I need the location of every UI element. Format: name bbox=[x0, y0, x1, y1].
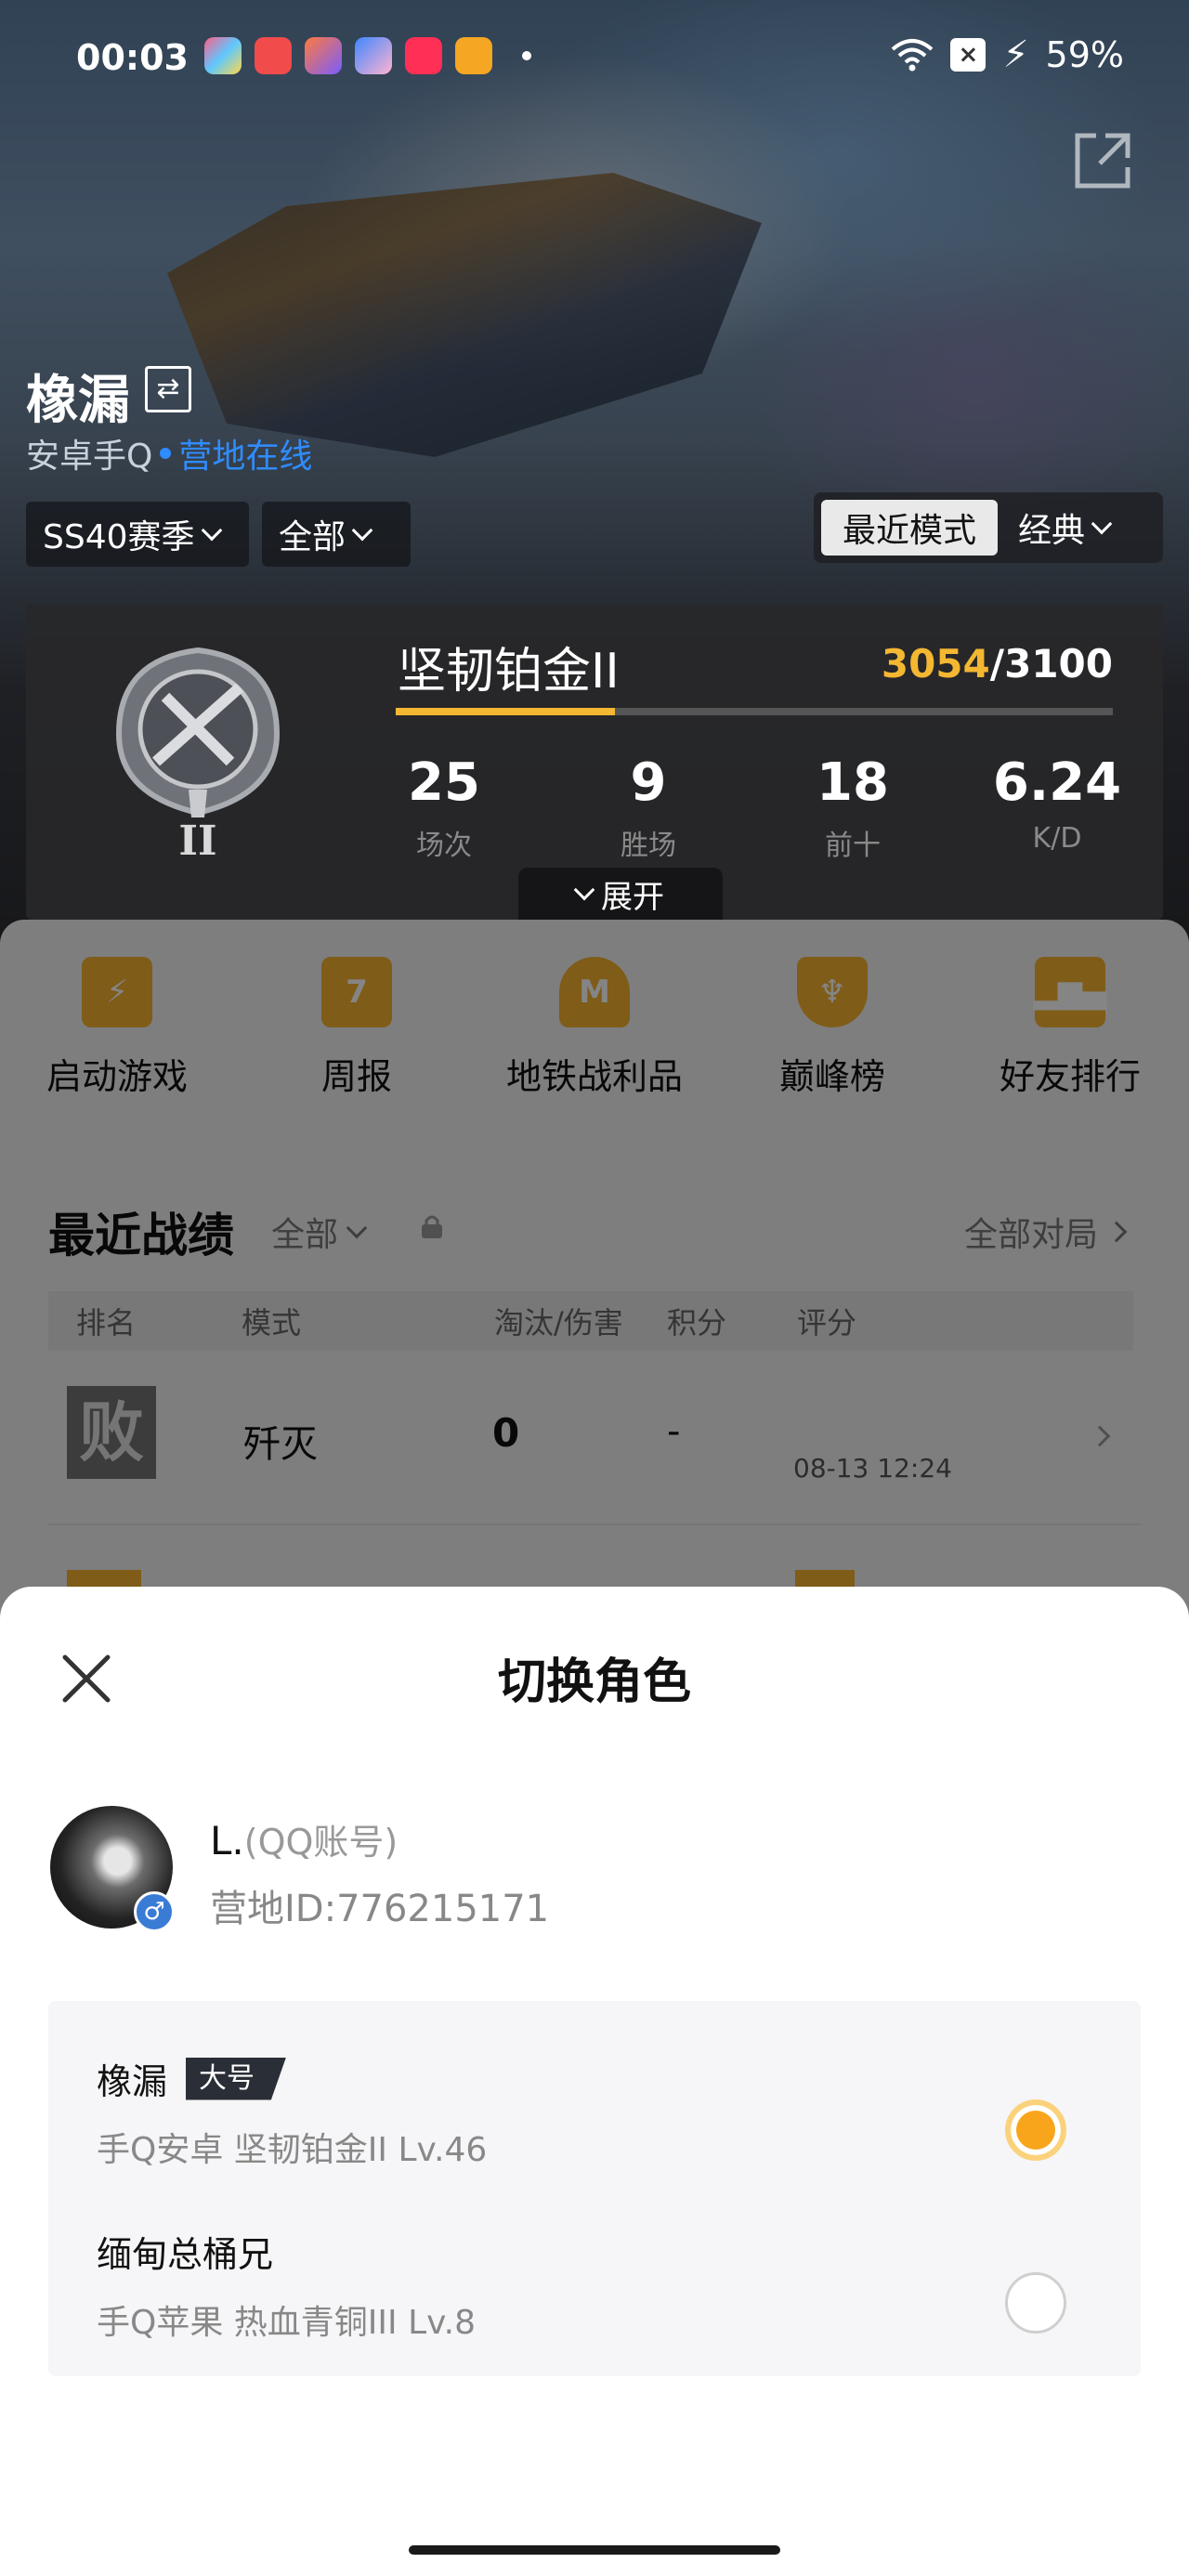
role-list: 橡漏 大号 手Q安卓 坚韧铂金II Lv.46 缅甸总桶兄 手Q苹果 热血青铜I… bbox=[48, 2001, 1141, 2376]
stat-matches: 25 场次 bbox=[370, 752, 518, 863]
male-icon: ♂ bbox=[134, 1891, 175, 1932]
game-app-icon bbox=[355, 37, 392, 74]
role-name: 缅甸总桶兄 bbox=[97, 2234, 274, 2275]
video-app-icon bbox=[255, 37, 292, 74]
role-name-line: 缅甸总桶兄 bbox=[97, 2226, 1092, 2277]
chevron-down-icon bbox=[201, 519, 222, 542]
recent-mode-tab[interactable]: 最近模式 bbox=[821, 500, 998, 556]
rank-points-total: /3100 bbox=[989, 641, 1113, 686]
chevron-down-icon bbox=[351, 519, 373, 542]
notification-icons bbox=[204, 37, 531, 74]
online-status: 营地在线 bbox=[178, 438, 313, 476]
scope-label: 全部 bbox=[279, 518, 346, 556]
season-dropdown[interactable]: SS40赛季 bbox=[26, 502, 249, 567]
stat-kd: 6.24 K/D bbox=[983, 752, 1131, 863]
system-status: × ⚡ 59% bbox=[891, 33, 1124, 76]
photos-app-icon bbox=[204, 37, 242, 74]
switch-role-sheet: 切换角色 ♂ L.(QQ账号) 营地ID:776215171 橡漏 大号 手Q安… bbox=[0, 1587, 1189, 2576]
home-indicator[interactable] bbox=[409, 2545, 780, 2555]
status-bar: 00:03 × ⚡ 59% bbox=[0, 0, 1189, 111]
rank-title: 坚韧铂金II bbox=[398, 644, 620, 700]
main-account-tag: 大号 bbox=[186, 2057, 287, 2100]
role-name: 橡漏 bbox=[97, 2061, 168, 2102]
sheet-title: 切换角色 bbox=[497, 1654, 691, 1710]
account-type: (QQ账号) bbox=[243, 1822, 399, 1863]
stat-label: 胜场 bbox=[621, 830, 676, 862]
scope-dropdown[interactable]: 全部 bbox=[262, 502, 411, 567]
sim-off-icon: × bbox=[950, 38, 986, 72]
stat-top10: 18 前十 bbox=[778, 752, 927, 863]
stat-label: K/D bbox=[1032, 822, 1082, 855]
radio-selected[interactable] bbox=[1005, 2099, 1066, 2161]
account-name: L.(QQ账号) bbox=[210, 1813, 398, 1864]
emblem-numeral: II bbox=[178, 817, 216, 864]
player-platform: 安卓手Q bbox=[26, 438, 153, 476]
account-nickname: L. bbox=[210, 1818, 244, 1863]
chevron-down-icon bbox=[1091, 513, 1113, 535]
online-dot-icon bbox=[160, 448, 172, 459]
classic-mode-label: 经典 bbox=[1018, 512, 1086, 550]
stat-value: 9 bbox=[630, 752, 667, 813]
expand-button[interactable]: 展开 bbox=[518, 868, 723, 920]
star-app-icon bbox=[305, 37, 342, 74]
camp-id: 营地ID:776215171 bbox=[210, 1888, 550, 1930]
share-icon[interactable] bbox=[1068, 126, 1137, 195]
status-time: 00:03 bbox=[76, 37, 189, 78]
stat-value: 25 bbox=[408, 752, 480, 813]
player-name: 橡漏 bbox=[26, 371, 130, 431]
rank-card: II 坚韧铂金II 3054/3100 25 场次 9 胜场 18 前十 6.2… bbox=[26, 604, 1163, 920]
chevron-down-icon bbox=[573, 879, 595, 901]
stat-label: 前十 bbox=[825, 830, 881, 862]
mode-switch: 最近模式 经典 bbox=[814, 492, 1163, 563]
role-item-alt[interactable]: 缅甸总桶兄 手Q苹果 热血青铜III Lv.8 bbox=[97, 2226, 1092, 2374]
role-info: 手Q苹果 热血青铜III Lv.8 bbox=[97, 2304, 476, 2342]
target-app-icon bbox=[455, 37, 492, 74]
stat-value: 18 bbox=[817, 752, 889, 813]
role-item-main[interactable]: 橡漏 大号 手Q安卓 坚韧铂金II Lv.46 bbox=[97, 2053, 1092, 2202]
more-notifications-dot bbox=[522, 51, 531, 60]
role-info: 手Q安卓 坚韧铂金II Lv.46 bbox=[97, 2131, 488, 2169]
charging-icon: ⚡ bbox=[1002, 33, 1029, 76]
role-name-line: 橡漏 大号 bbox=[97, 2053, 1092, 2104]
rank-points: 3054/3100 bbox=[882, 641, 1113, 686]
stat-label: 场次 bbox=[416, 830, 472, 862]
battery-percent: 59% bbox=[1045, 34, 1124, 75]
classic-mode-dropdown[interactable]: 经典 bbox=[1018, 500, 1113, 556]
wifi-icon bbox=[892, 39, 934, 72]
radio-unselected[interactable] bbox=[1005, 2272, 1066, 2334]
rank-points-current: 3054 bbox=[881, 641, 990, 686]
rank-emblem-icon: II bbox=[115, 647, 281, 864]
player-subtitle: 安卓手Q 营地在线 bbox=[26, 429, 312, 477]
rank-progress-fill bbox=[396, 708, 616, 715]
rank-progress-bar bbox=[396, 708, 1113, 715]
rank-stats: 25 场次 9 胜场 18 前十 6.24 K/D bbox=[370, 752, 1131, 863]
switch-role-icon[interactable]: ⇄ bbox=[145, 366, 191, 412]
expand-label: 展开 bbox=[601, 878, 664, 916]
music-app-icon bbox=[405, 37, 442, 74]
stat-wins: 9 胜场 bbox=[574, 752, 723, 863]
stat-value: 6.24 bbox=[992, 752, 1122, 813]
season-label: SS40赛季 bbox=[43, 518, 195, 556]
